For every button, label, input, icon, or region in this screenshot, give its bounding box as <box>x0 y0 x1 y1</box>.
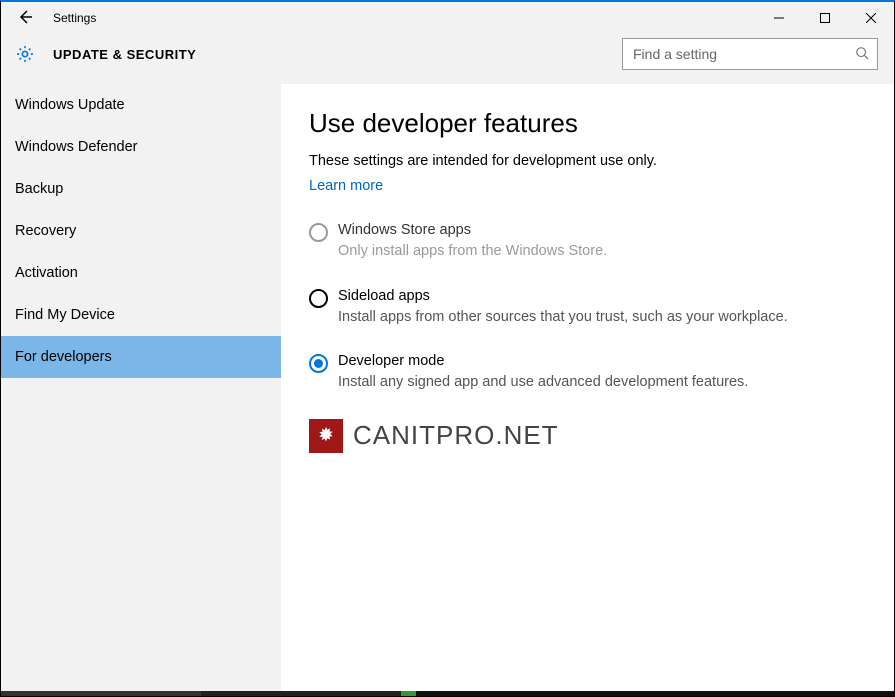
search-box[interactable] <box>622 38 878 70</box>
window-title: Settings <box>53 11 96 25</box>
minimize-icon <box>774 10 784 26</box>
radio-option-sideload-apps[interactable]: Sideload apps Install apps from other so… <box>309 288 858 328</box>
learn-more-link[interactable]: Learn more <box>309 178 383 194</box>
watermark-text: CANITPRO.NET <box>353 420 559 451</box>
radio-circle-icon <box>309 289 328 308</box>
taskbar <box>1 691 894 696</box>
close-button[interactable] <box>848 2 894 34</box>
radio-title: Developer mode <box>338 353 858 369</box>
body: Windows Update Windows Defender Backup R… <box>1 84 894 691</box>
radio-title: Windows Store apps <box>338 222 858 238</box>
sidebar-item-label: Find My Device <box>15 307 115 323</box>
radio-title: Sideload apps <box>338 288 858 304</box>
header-title: UPDATE & SECURITY <box>53 47 196 62</box>
close-icon <box>866 10 876 26</box>
sidebar-item-label: Activation <box>15 265 78 281</box>
sidebar-item-recovery[interactable]: Recovery <box>1 210 281 252</box>
sidebar-item-activation[interactable]: Activation <box>1 252 281 294</box>
sidebar-item-windows-update[interactable]: Windows Update <box>1 84 281 126</box>
radio-dot-icon <box>314 359 323 368</box>
maximize-icon <box>820 10 830 26</box>
sidebar-item-windows-defender[interactable]: Windows Defender <box>1 126 281 168</box>
sidebar: Windows Update Windows Defender Backup R… <box>1 84 281 691</box>
sidebar-item-backup[interactable]: Backup <box>1 168 281 210</box>
arrow-left-icon <box>17 9 33 28</box>
radio-description: Only install apps from the Windows Store… <box>338 242 858 262</box>
sidebar-item-for-developers[interactable]: For developers <box>1 336 281 378</box>
watermark: CANITPRO.NET <box>309 419 858 453</box>
search-input[interactable] <box>631 45 855 63</box>
sidebar-item-label: Windows Defender <box>15 139 138 155</box>
sidebar-item-label: Windows Update <box>15 97 125 113</box>
maximize-button[interactable] <box>802 2 848 34</box>
radio-description: Install apps from other sources that you… <box>338 308 858 328</box>
content-area: Use developer features These settings ar… <box>281 84 894 691</box>
radio-option-windows-store-apps[interactable]: Windows Store apps Only install apps fro… <box>309 222 858 262</box>
sidebar-item-label: Backup <box>15 181 63 197</box>
header: UPDATE & SECURITY <box>1 34 894 84</box>
page-heading: Use developer features <box>309 108 858 139</box>
sidebar-item-label: Recovery <box>15 223 76 239</box>
maple-leaf-icon <box>309 419 343 453</box>
minimize-button[interactable] <box>756 2 802 34</box>
back-button[interactable] <box>1 2 49 34</box>
intro-text: These settings are intended for developm… <box>309 153 858 169</box>
gear-icon <box>15 44 35 64</box>
radio-option-developer-mode[interactable]: Developer mode Install any signed app an… <box>309 353 858 393</box>
radio-circle-icon <box>309 223 328 242</box>
titlebar: Settings <box>1 2 894 34</box>
sidebar-item-find-my-device[interactable]: Find My Device <box>1 294 281 336</box>
sidebar-item-label: For developers <box>15 349 112 365</box>
search-icon <box>855 46 869 63</box>
radio-description: Install any signed app and use advanced … <box>338 373 858 393</box>
settings-window: Settings UPDATE & SECURITY <box>0 0 895 697</box>
radio-circle-icon <box>309 354 328 373</box>
